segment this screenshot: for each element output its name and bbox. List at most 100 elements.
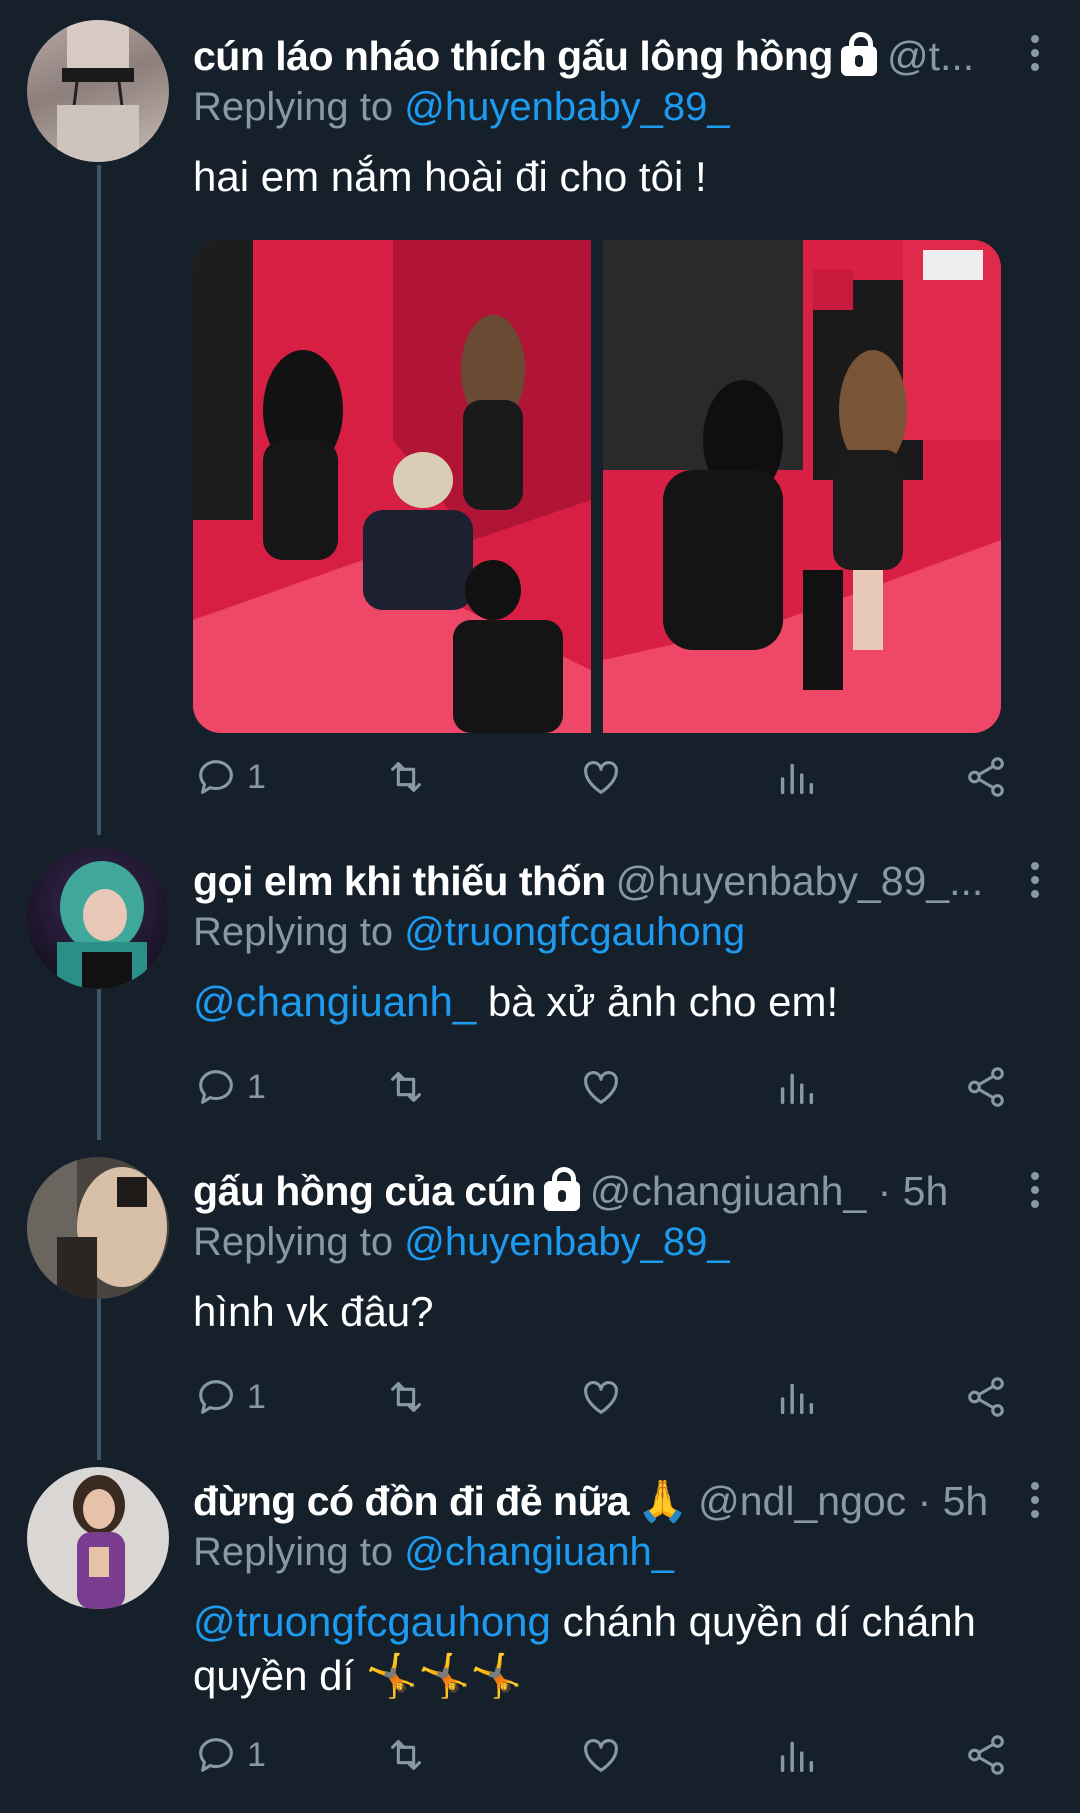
retweet-button[interactable] [383, 1372, 429, 1422]
photo-right [603, 240, 1001, 733]
avatar[interactable] [27, 1467, 169, 1609]
analytics-icon [780, 763, 814, 795]
share-icon [968, 757, 1004, 797]
folded-hands-emoji: 🙏 [637, 1478, 689, 1524]
tweet-text: hình vk đâu? [193, 1288, 434, 1335]
like-button[interactable] [578, 1062, 624, 1112]
reply-count: 1 [247, 757, 266, 796]
display-name[interactable]: đừng có đồn đi đẻ nữa [193, 1475, 630, 1527]
share-button[interactable] [963, 1062, 1009, 1112]
tweet-item[interactable]: cún láo nháo thích gấu lông hồng @t... R… [0, 0, 1080, 810]
reply-count: 1 [247, 1377, 266, 1416]
share-icon [968, 1377, 1004, 1417]
analytics-icon [780, 1073, 814, 1105]
mention-link[interactable]: @changiuanh_ [193, 978, 476, 1025]
avatar[interactable] [27, 847, 169, 989]
replying-to-link[interactable]: @huyenbaby_89_ [404, 85, 729, 129]
replying-to-link[interactable]: @changiuanh_ [404, 1530, 674, 1574]
media-image-1[interactable] [193, 240, 591, 733]
tweet-item[interactable]: gọi elm khi thiếu thốn @huyenbaby_89_...… [0, 820, 1080, 1120]
heart-icon [584, 761, 618, 794]
retweet-button[interactable] [383, 1730, 429, 1780]
analytics-button[interactable] [773, 1062, 819, 1112]
lock-icon [840, 32, 877, 76]
like-button[interactable] [578, 752, 624, 802]
share-button[interactable] [963, 752, 1009, 802]
retweet-icon [391, 762, 421, 792]
heart-icon [584, 1381, 618, 1414]
replying-label: Replying to [193, 1530, 394, 1574]
retweet-button[interactable] [383, 1062, 429, 1112]
reply-count: 1 [247, 1735, 266, 1774]
avatar-image [57, 20, 139, 162]
user-handle[interactable]: @changiuanh_ · 5h [590, 1165, 949, 1217]
share-button[interactable] [963, 1372, 1009, 1422]
like-button[interactable] [578, 1372, 624, 1422]
user-handle[interactable]: @t... [887, 30, 974, 82]
media-image-2[interactable] [603, 240, 1001, 733]
analytics-icon [780, 1741, 814, 1773]
tweet-actions: 1 [193, 1062, 1023, 1112]
share-icon [968, 1067, 1004, 1107]
display-name[interactable]: cún láo nháo thích gấu lông hồng [193, 30, 833, 82]
user-handle[interactable]: @ndl_ngoc · 5h [698, 1475, 988, 1527]
reply-button[interactable]: 1 [193, 1062, 266, 1112]
replying-label: Replying to [193, 85, 394, 129]
tweet-header: gấu hồng của cún @changiuanh_ · 5h [193, 1165, 1030, 1217]
analytics-button[interactable] [773, 1730, 819, 1780]
replying-to: Replying to @changiuanh_ [193, 1527, 1030, 1577]
user-handle[interactable]: @huyenbaby_89_... [616, 855, 984, 907]
replying-label: Replying to [193, 910, 394, 954]
more-vertical-icon[interactable] [1030, 35, 1040, 71]
tweet-item[interactable]: gấu hồng của cún @changiuanh_ · 5h Reply… [0, 1130, 1080, 1430]
reply-button[interactable]: 1 [193, 1730, 266, 1780]
avatar-image [57, 861, 147, 989]
reply-count: 1 [247, 1067, 266, 1106]
tweet-text: @changiuanh_ bà xử ảnh cho em! [193, 975, 1030, 1029]
display-name[interactable]: gọi elm khi thiếu thốn [193, 855, 606, 907]
retweet-icon [391, 1740, 421, 1770]
tweet-header: cún láo nháo thích gấu lông hồng @t... [193, 30, 1030, 82]
photo-left [193, 240, 591, 733]
avatar-image [73, 1475, 125, 1609]
display-name[interactable]: gấu hồng của cún [193, 1165, 536, 1217]
like-button[interactable] [578, 1730, 624, 1780]
replying-to: Replying to @huyenbaby_89_ [193, 1217, 1030, 1267]
more-vertical-icon[interactable] [1030, 1482, 1040, 1518]
mention-link[interactable]: @truongfcgauhong [193, 1598, 551, 1645]
replying-to-link[interactable]: @truongfcgauhong [404, 910, 745, 954]
heart-icon [584, 1739, 618, 1772]
reply-icon [199, 1380, 233, 1414]
tweet-text: hai em nắm hoài đi cho tôi ! [193, 153, 707, 200]
reply-button[interactable]: 1 [193, 1372, 266, 1422]
tweet-header: gọi elm khi thiếu thốn @huyenbaby_89_... [193, 855, 1030, 907]
analytics-icon [780, 1383, 814, 1415]
share-icon [968, 1735, 1004, 1775]
cartwheel-emoji: 🤸🤸🤸 [365, 1652, 523, 1699]
analytics-button[interactable] [773, 1372, 819, 1422]
tweet-media[interactable] [193, 240, 1001, 733]
reply-icon [199, 760, 233, 794]
tweet-text: @truongfcgauhong chánh quyền dí chánh qu… [193, 1595, 1030, 1703]
tweet-actions: 1 [193, 752, 1023, 802]
heart-icon [584, 1071, 618, 1104]
replying-to-link[interactable]: @huyenbaby_89_ [404, 1220, 729, 1264]
lock-icon [543, 1167, 580, 1211]
more-vertical-icon[interactable] [1030, 1172, 1040, 1208]
avatar-image [27, 1157, 167, 1299]
share-button[interactable] [963, 1730, 1009, 1780]
retweet-icon [391, 1382, 421, 1412]
retweet-button[interactable] [383, 752, 429, 802]
avatar[interactable] [27, 20, 169, 162]
tweet-text-body: bà xử ảnh cho em! [476, 978, 839, 1025]
retweet-icon [391, 1072, 421, 1102]
reply-icon [199, 1738, 233, 1772]
tweet-item[interactable]: đừng có đồn đi đẻ nữa 🙏 @ndl_ngoc · 5h R… [0, 1440, 1080, 1813]
replying-to: Replying to @huyenbaby_89_ [193, 82, 1030, 132]
analytics-button[interactable] [773, 752, 819, 802]
replying-to: Replying to @truongfcgauhong [193, 907, 1030, 957]
tweet-actions: 1 [193, 1730, 1023, 1780]
more-vertical-icon[interactable] [1030, 862, 1040, 898]
reply-button[interactable]: 1 [193, 752, 266, 802]
avatar[interactable] [27, 1157, 169, 1299]
